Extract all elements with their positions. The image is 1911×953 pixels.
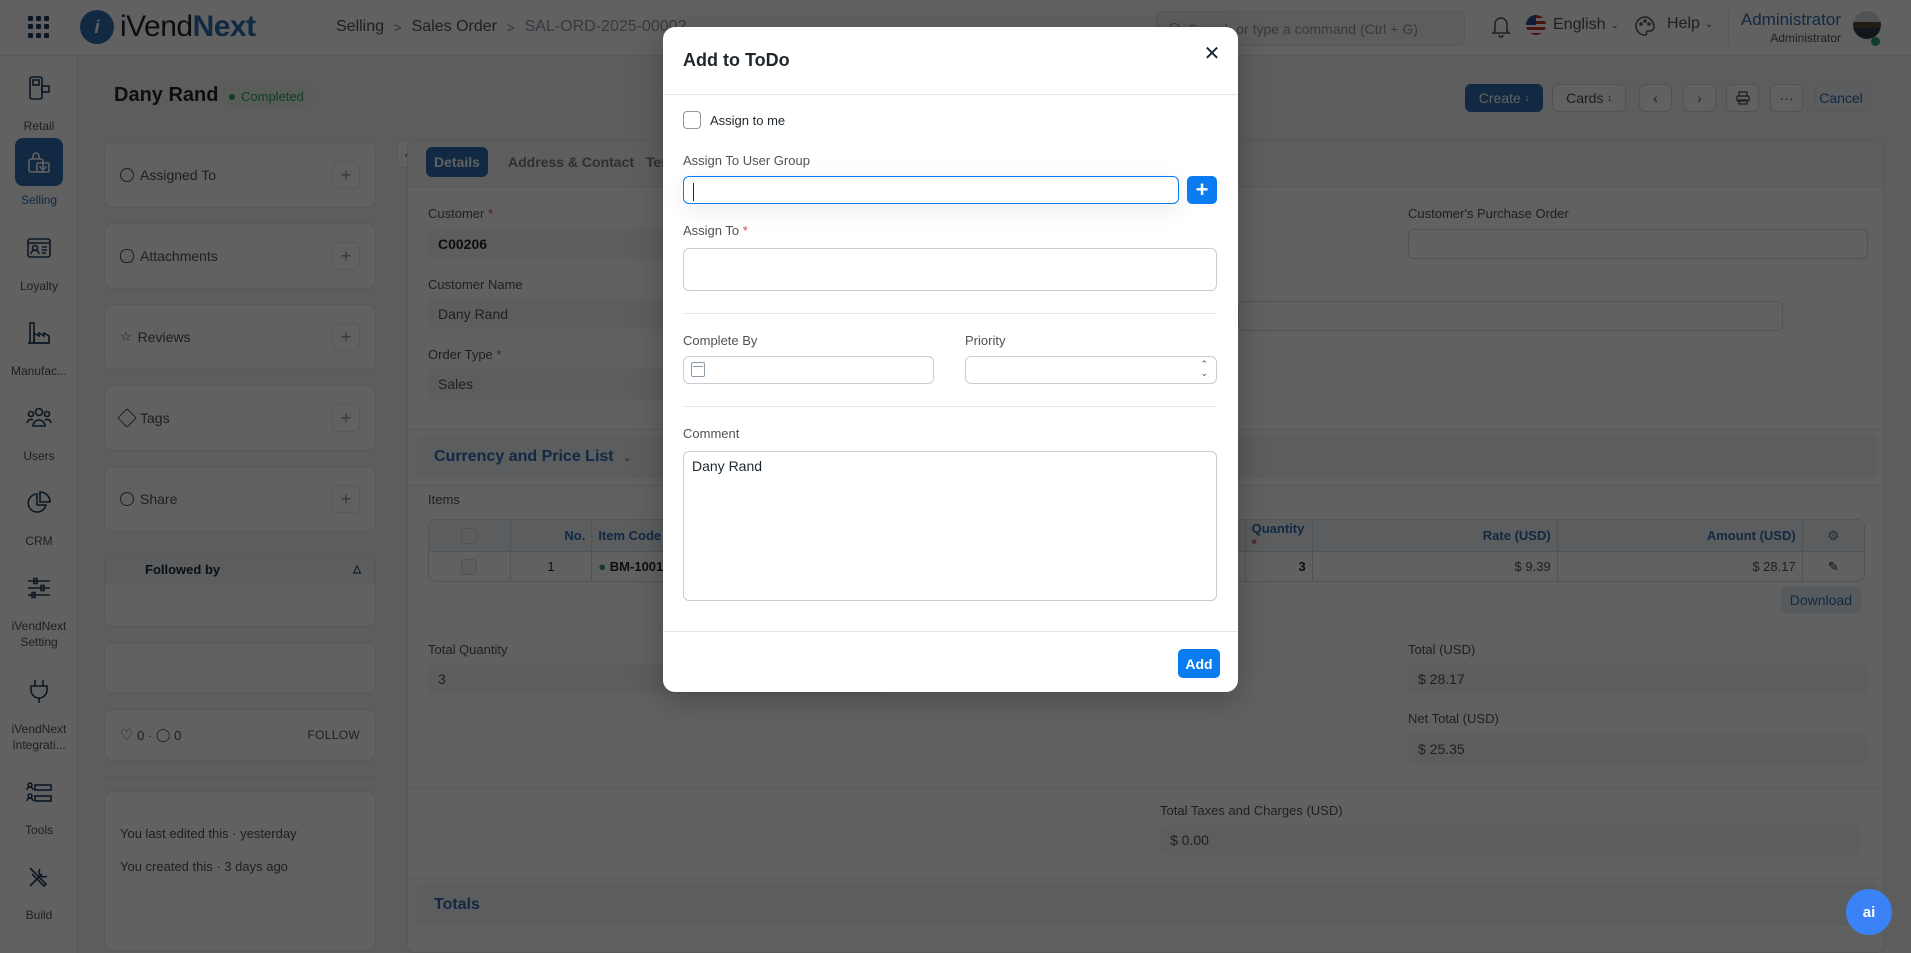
priority-label: Priority bbox=[965, 333, 1006, 348]
user-group-input[interactable] bbox=[683, 176, 1179, 204]
priority-select[interactable]: ⌃ ⌄ bbox=[965, 356, 1217, 384]
assign-to-me-label: Assign to me bbox=[710, 112, 786, 128]
add-user-group-button[interactable]: + bbox=[1187, 176, 1217, 204]
dialog-title: Add to ToDo bbox=[683, 50, 790, 70]
add-to-todo-dialog: Add to ToDo ✕ Assign to me Assign To Use… bbox=[663, 27, 1238, 692]
text-cursor bbox=[693, 183, 694, 201]
calendar-icon bbox=[691, 362, 705, 377]
assign-to-input[interactable] bbox=[683, 248, 1217, 291]
close-button[interactable]: ✕ bbox=[1200, 41, 1224, 65]
select-updown-icon: ⌃ ⌄ bbox=[1200, 359, 1208, 378]
complete-by-datepicker[interactable] bbox=[683, 356, 934, 384]
divider bbox=[683, 406, 1217, 407]
divider bbox=[663, 631, 1238, 632]
divider bbox=[683, 313, 1217, 314]
assign-to-label: Assign To * bbox=[683, 223, 748, 238]
assign-to-me-checkbox[interactable]: Assign to me bbox=[683, 111, 785, 129]
close-icon: ✕ bbox=[1203, 42, 1221, 65]
plus-icon: + bbox=[1195, 177, 1209, 202]
ai-assistant-button[interactable]: ai bbox=[1846, 889, 1892, 935]
add-button[interactable]: Add bbox=[1178, 649, 1220, 678]
comment-textarea[interactable]: Dany Rand bbox=[683, 451, 1217, 601]
user-group-label: Assign To User Group bbox=[683, 153, 810, 168]
comment-label: Comment bbox=[683, 426, 740, 441]
checkbox-box[interactable] bbox=[683, 111, 701, 129]
dialog-header: Add to ToDo bbox=[663, 27, 1238, 95]
complete-by-label: Complete By bbox=[683, 333, 758, 348]
